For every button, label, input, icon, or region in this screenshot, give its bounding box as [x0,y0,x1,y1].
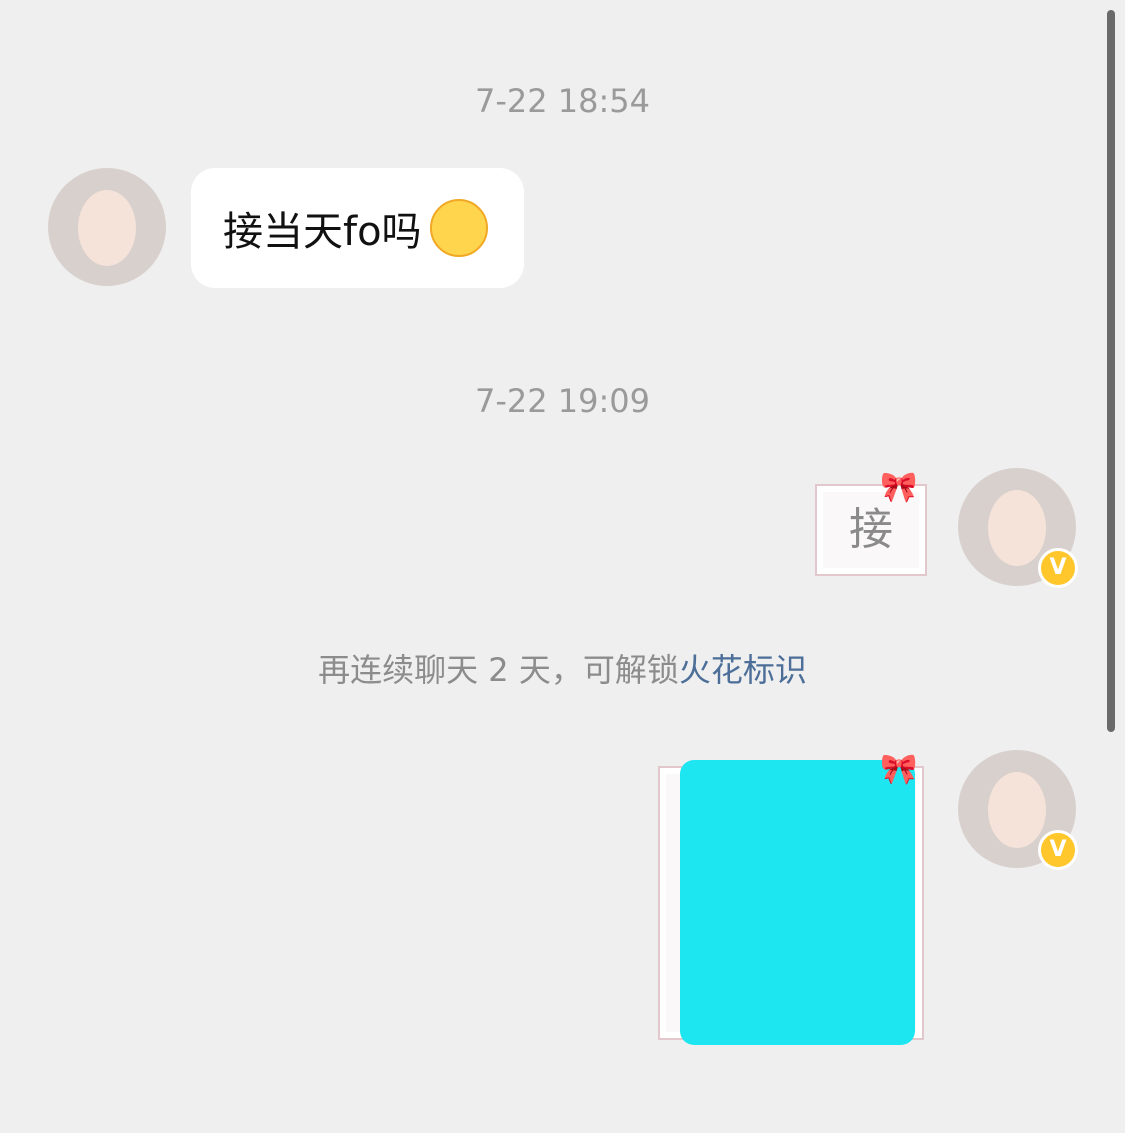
v-badge-icon: V [1038,830,1078,870]
system-text: 再连续聊天 2 天，可解锁 [318,651,679,689]
incoming-message-bubble[interactable]: 接当天fo吗 [190,168,524,288]
v-badge-icon: V [1038,548,1078,588]
contact-avatar[interactable] [48,168,166,286]
bow-decoration-icon: 🎀 [880,470,918,505]
heart-face-emoji-icon [429,199,488,257]
spark-badge-link[interactable]: 火花标识 [679,651,807,689]
timestamp: 7-22 19:09 [474,382,650,420]
system-message: 再连续聊天 2 天，可解锁火花标识 [0,645,1125,691]
bow-decoration-icon: 🎀 [880,752,918,787]
redacted-image-overlay [680,760,915,1045]
timestamp: 7-22 18:54 [474,82,650,120]
message-text: 接当天fo吗 [223,209,422,255]
